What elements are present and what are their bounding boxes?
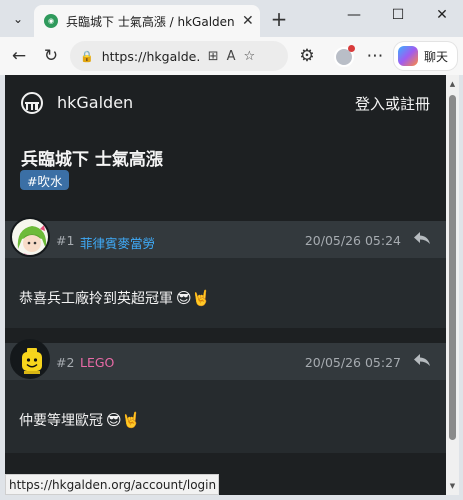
post-body: 恭喜兵工廠拎到英超冠軍 😎🤘 — [5, 258, 446, 328]
tab-strip: ⌄ ◉ 兵臨城下 士氣高漲 / hkGalden 香港 ✕ + — ☐ ✕ — [0, 0, 463, 37]
thread-tag[interactable]: #吹水 — [20, 170, 70, 190]
copilot-icon — [398, 46, 418, 66]
browser-toolbar: ← ↻ 🔒 https://hkgalde... ⊞ A ☆ ⚙ ⋯ 聊天 — [0, 37, 463, 75]
notification-dot — [348, 45, 355, 52]
site-info-icon[interactable]: 🔒 — [80, 50, 94, 63]
post-header: #1 菲律賓麥當勞 20/05/26 05:24 — [5, 217, 446, 258]
lego-head-avatar-icon — [12, 341, 48, 377]
copilot-button[interactable]: 聊天 — [394, 42, 457, 70]
post-number: #1 — [56, 233, 75, 248]
post-text: 仲要等埋歐冠 — [19, 413, 103, 429]
post-timestamp: 20/05/26 05:24 — [304, 233, 401, 248]
refresh-icon[interactable]: ↻ — [40, 46, 62, 66]
galden-logo-icon[interactable] — [21, 92, 43, 114]
post-number: #2 — [56, 355, 75, 370]
post-content: 仲要等埋歐冠 😎🤘 — [19, 410, 140, 430]
new-tab-icon[interactable]: + — [268, 7, 290, 31]
more-menu-icon[interactable]: ⋯ — [364, 46, 386, 66]
read-aloud-icon[interactable]: A — [227, 49, 236, 64]
window-close-icon[interactable]: ✕ — [432, 7, 452, 23]
tab-close-icon[interactable]: ✕ — [242, 13, 254, 29]
maximize-icon[interactable]: ☐ — [388, 7, 408, 23]
cool-rock-emoji-icon: 😎🤘 — [106, 411, 141, 429]
post-item: #1 菲律賓麥當勞 20/05/26 05:24 恭喜兵工廠拎到英超冠軍 😎🤘 — [5, 217, 446, 328]
post-header: #2 LEGO 20/05/26 05:27 — [5, 339, 446, 380]
address-bar[interactable]: 🔒 https://hkgalde... ⊞ A ☆ — [70, 41, 288, 71]
post-text: 恭喜兵工廠拎到英超冠軍 — [19, 291, 173, 307]
user-avatar[interactable] — [10, 339, 50, 379]
post-username[interactable]: 菲律賓麥當勞 — [80, 233, 155, 252]
galden-favicon-icon: ◉ — [44, 14, 58, 28]
minimize-icon[interactable]: — — [344, 7, 364, 23]
post-content: 恭喜兵工廠拎到英超冠軍 😎🤘 — [19, 288, 210, 308]
back-icon[interactable]: ← — [8, 46, 30, 66]
scroll-up-icon[interactable]: ▲ — [447, 80, 458, 88]
post-body: 仲要等埋歐冠 😎🤘 — [5, 380, 446, 453]
favorite-star-icon[interactable]: ☆ — [244, 49, 256, 64]
scroll-down-icon[interactable]: ▼ — [447, 482, 458, 490]
scroll-thumb[interactable] — [449, 95, 456, 440]
thread-title: 兵臨城下 士氣高漲 — [21, 150, 163, 170]
reply-icon[interactable] — [413, 352, 431, 368]
post-timestamp: 20/05/26 05:27 — [304, 355, 401, 370]
extensions-icon[interactable]: ⚙ — [296, 46, 318, 66]
active-tab[interactable]: ◉ 兵臨城下 士氣高漲 / hkGalden 香港 ✕ — [34, 5, 260, 37]
copilot-label: 聊天 — [424, 49, 449, 64]
login-link[interactable]: 登入或註冊 — [355, 93, 430, 114]
post-item: #2 LEGO 20/05/26 05:27 仲要等埋歐冠 😎🤘 — [5, 339, 446, 453]
reply-icon[interactable] — [413, 230, 431, 246]
url-text: https://hkgalde... — [101, 48, 200, 64]
status-link-preview: https://hkgalden.org/account/login — [5, 474, 219, 495]
site-header: hkGalden 登入或註冊 — [5, 75, 446, 131]
page-viewport: hkGalden 登入或註冊 兵臨城下 士氣高漲 #吹水 #1 菲律賓麥當勞 2… — [5, 75, 446, 495]
post-username[interactable]: LEGO — [80, 355, 114, 370]
user-avatar[interactable] — [10, 217, 50, 257]
green-hair-avatar-icon — [12, 219, 48, 255]
tab-actions-menu-icon[interactable]: ⌄ — [6, 8, 30, 30]
cool-rock-emoji-icon: 😎🤘 — [176, 289, 211, 307]
page-scrollbar[interactable]: ▲ ▼ — [446, 75, 459, 495]
app-available-icon[interactable]: ⊞ — [208, 49, 219, 64]
site-name[interactable]: hkGalden — [57, 93, 133, 112]
tab-title: 兵臨城下 士氣高漲 / hkGalden 香港 — [66, 14, 236, 29]
